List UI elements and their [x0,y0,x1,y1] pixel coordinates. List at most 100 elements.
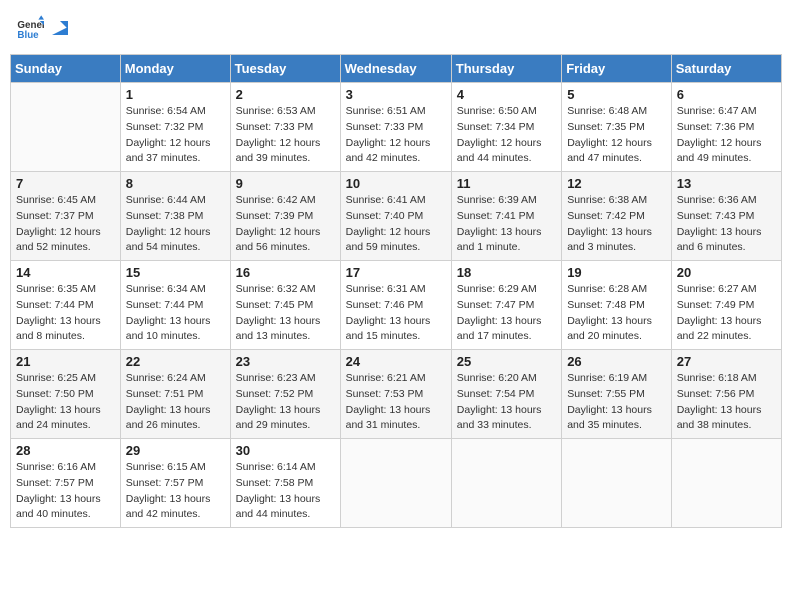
calendar-cell: 19 Sunrise: 6:28 AMSunset: 7:48 PMDayligh… [562,261,672,350]
day-number: 3 [346,87,446,102]
calendar-cell: 2Sunrise: 6:53 AMSunset: 7:33 PMDaylight… [230,83,340,172]
day-number: 19 [567,265,666,280]
calendar-cell: 1 Sunrise: 6:54 AMSunset: 7:32 PMDaylight… [120,83,230,172]
calendar-cell: 13 Sunrise: 6:36 AMSunset: 7:43 PMDayligh… [671,172,781,261]
calendar-week-row: 7 Sunrise: 6:45 AMSunset: 7:37 PMDaylight… [11,172,782,261]
day-info: Sunrise: 6:21 AMSunset: 7:53 PMDaylight:… [346,371,446,434]
day-header-thursday: Thursday [451,55,561,83]
day-number: 9 [236,176,335,191]
calendar-cell: 18Sunrise: 6:29 AMSunset: 7:47 PMDayligh… [451,261,561,350]
day-number: 25 [457,354,556,369]
day-info: Sunrise: 6:35 AMSunset: 7:44 PMDaylight:… [16,282,115,345]
day-number: 20 [677,265,776,280]
calendar-cell: 6 Sunrise: 6:47 AMSunset: 7:36 PMDaylight… [671,83,781,172]
day-info: Sunrise: 6:18 AMSunset: 7:56 PMDaylight:… [677,371,776,434]
day-number: 28 [16,443,115,458]
day-info: Sunrise: 6:54 AMSunset: 7:32 PMDaylight:… [126,104,225,167]
day-info: Sunrise: 6:45 AMSunset: 7:37 PMDaylight:… [16,193,115,256]
day-header-sunday: Sunday [11,55,121,83]
day-number: 4 [457,87,556,102]
day-info: Sunrise: 6:28 AMSunset: 7:48 PMDaylight:… [567,282,666,345]
day-header-saturday: Saturday [671,55,781,83]
day-header-wednesday: Wednesday [340,55,451,83]
day-number: 30 [236,443,335,458]
day-info: Sunrise: 6:23 AMSunset: 7:52 PMDaylight:… [236,371,335,434]
day-header-monday: Monday [120,55,230,83]
calendar-cell: 7 Sunrise: 6:45 AMSunset: 7:37 PMDaylight… [11,172,121,261]
calendar-cell: 21Sunrise: 6:25 AMSunset: 7:50 PMDayligh… [11,350,121,439]
calendar-cell [562,439,672,528]
day-number: 6 [677,87,776,102]
calendar-cell: 14 Sunrise: 6:35 AMSunset: 7:44 PMDayligh… [11,261,121,350]
day-info: Sunrise: 6:51 AMSunset: 7:33 PMDaylight:… [346,104,446,167]
calendar-cell: 9Sunrise: 6:42 AMSunset: 7:39 PMDaylight… [230,172,340,261]
day-number: 5 [567,87,666,102]
day-number: 2 [236,87,335,102]
day-number: 22 [126,354,225,369]
day-number: 26 [567,354,666,369]
day-info: Sunrise: 6:31 AMSunset: 7:46 PMDaylight:… [346,282,446,345]
header: General Blue [10,10,782,46]
day-number: 16 [236,265,335,280]
day-info: Sunrise: 6:27 AMSunset: 7:49 PMDaylight:… [677,282,776,345]
calendar-cell [671,439,781,528]
day-info: Sunrise: 6:16 AMSunset: 7:57 PMDaylight:… [16,460,115,523]
day-info: Sunrise: 6:41 AMSunset: 7:40 PMDaylight:… [346,193,446,256]
calendar-cell: 8 Sunrise: 6:44 AMSunset: 7:38 PMDaylight… [120,172,230,261]
day-number: 23 [236,354,335,369]
calendar-week-row: 14 Sunrise: 6:35 AMSunset: 7:44 PMDayligh… [11,261,782,350]
calendar-cell [451,439,561,528]
day-number: 8 [126,176,225,191]
day-number: 13 [677,176,776,191]
calendar-body: 1 Sunrise: 6:54 AMSunset: 7:32 PMDaylight… [11,83,782,528]
day-number: 15 [126,265,225,280]
calendar-cell: 24 Sunrise: 6:21 AMSunset: 7:53 PMDayligh… [340,350,451,439]
day-header-friday: Friday [562,55,672,83]
day-number: 11 [457,176,556,191]
logo-icon: General Blue [16,14,44,42]
day-number: 18 [457,265,556,280]
calendar-cell [340,439,451,528]
day-info: Sunrise: 6:36 AMSunset: 7:43 PMDaylight:… [677,193,776,256]
calendar-week-row: 1 Sunrise: 6:54 AMSunset: 7:32 PMDaylight… [11,83,782,172]
calendar-cell: 20 Sunrise: 6:27 AMSunset: 7:49 PMDayligh… [671,261,781,350]
calendar-table: SundayMondayTuesdayWednesdayThursdayFrid… [10,54,782,528]
day-number: 1 [126,87,225,102]
day-info: Sunrise: 6:24 AMSunset: 7:51 PMDaylight:… [126,371,225,434]
day-number: 10 [346,176,446,191]
day-info: Sunrise: 6:34 AMSunset: 7:44 PMDaylight:… [126,282,225,345]
day-number: 27 [677,354,776,369]
day-info: Sunrise: 6:48 AMSunset: 7:35 PMDaylight:… [567,104,666,167]
calendar-cell: 11Sunrise: 6:39 AMSunset: 7:41 PMDayligh… [451,172,561,261]
calendar-header-row: SundayMondayTuesdayWednesdayThursdayFrid… [11,55,782,83]
day-number: 7 [16,176,115,191]
logo-triangle-icon [50,19,68,37]
calendar-cell: 23 Sunrise: 6:23 AMSunset: 7:52 PMDayligh… [230,350,340,439]
calendar-cell: 12Sunrise: 6:38 AMSunset: 7:42 PMDayligh… [562,172,672,261]
calendar-week-row: 28 Sunrise: 6:16 AMSunset: 7:57 PMDayligh… [11,439,782,528]
calendar-cell: 16 Sunrise: 6:32 AMSunset: 7:45 PMDayligh… [230,261,340,350]
logo: General Blue [16,14,68,42]
calendar-cell: 26Sunrise: 6:19 AMSunset: 7:55 PMDayligh… [562,350,672,439]
day-number: 21 [16,354,115,369]
calendar-cell: 30 Sunrise: 6:14 AMSunset: 7:58 PMDayligh… [230,439,340,528]
calendar-cell: 27 Sunrise: 6:18 AMSunset: 7:56 PMDayligh… [671,350,781,439]
calendar-week-row: 21Sunrise: 6:25 AMSunset: 7:50 PMDayligh… [11,350,782,439]
calendar-cell: 3 Sunrise: 6:51 AMSunset: 7:33 PMDaylight… [340,83,451,172]
day-info: Sunrise: 6:14 AMSunset: 7:58 PMDaylight:… [236,460,335,523]
svg-text:Blue: Blue [17,30,39,41]
day-number: 29 [126,443,225,458]
day-info: Sunrise: 6:47 AMSunset: 7:36 PMDaylight:… [677,104,776,167]
day-info: Sunrise: 6:15 AMSunset: 7:57 PMDaylight:… [126,460,225,523]
day-number: 24 [346,354,446,369]
day-info: Sunrise: 6:32 AMSunset: 7:45 PMDaylight:… [236,282,335,345]
day-number: 14 [16,265,115,280]
calendar-cell: 25 Sunrise: 6:20 AMSunset: 7:54 PMDayligh… [451,350,561,439]
calendar-cell: 5 Sunrise: 6:48 AMSunset: 7:35 PMDaylight… [562,83,672,172]
calendar-cell: 4Sunrise: 6:50 AMSunset: 7:34 PMDaylight… [451,83,561,172]
day-number: 17 [346,265,446,280]
day-info: Sunrise: 6:20 AMSunset: 7:54 PMDaylight:… [457,371,556,434]
calendar-cell: 17 Sunrise: 6:31 AMSunset: 7:46 PMDayligh… [340,261,451,350]
day-info: Sunrise: 6:38 AMSunset: 7:42 PMDaylight:… [567,193,666,256]
day-info: Sunrise: 6:44 AMSunset: 7:38 PMDaylight:… [126,193,225,256]
